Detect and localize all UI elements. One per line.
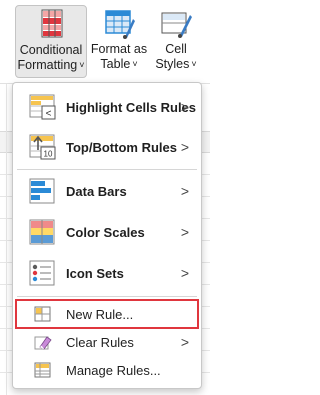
- chevron-right-icon: >: [180, 265, 189, 281]
- menu-item-data-bars[interactable]: Data Bars >: [17, 171, 197, 211]
- chevron-right-icon: >: [180, 224, 189, 240]
- format-as-table-label: Format as: [90, 42, 148, 56]
- cell-styles-button[interactable]: Cell Styles ˅: [150, 5, 202, 78]
- menu-item-label: New Rule...: [66, 306, 134, 322]
- chevron-right-icon: >: [180, 139, 189, 155]
- menu-item-icon-sets[interactable]: Icon Sets >: [17, 253, 197, 293]
- data-bars-icon: [29, 178, 55, 204]
- conditional-formatting-icon: [41, 9, 63, 38]
- highlight-symbol: <: [46, 109, 52, 120]
- menu-item-clear-rules[interactable]: Clear Rules >: [17, 329, 197, 355]
- highlight-cells-icon: <: [29, 94, 56, 120]
- conditional-formatting-button[interactable]: Conditional Formatting ˅: [15, 5, 87, 78]
- manage-rules-icon: [34, 362, 51, 378]
- menu-item-label: Clear Rules: [66, 334, 134, 350]
- chevron-right-icon: >: [180, 334, 189, 350]
- menu-item-manage-rules[interactable]: Manage Rules...: [17, 357, 197, 383]
- format-as-table-button[interactable]: Format as Table ˅: [90, 5, 148, 78]
- menu-item-color-scales[interactable]: Color Scales >: [17, 212, 197, 252]
- menu-item-label: Top/Bottom Rules: [66, 139, 177, 155]
- top-bottom-icon: 10: [29, 134, 56, 160]
- clear-rules-icon: [34, 336, 52, 350]
- conditional-formatting-label2: Formatting ˅: [17, 58, 85, 72]
- cell-styles-label: Cell: [165, 42, 187, 56]
- menu-item-label: Color Scales: [66, 224, 145, 240]
- ribbon-styles-group: Conditional Formatting ˅ Format as Table ˅…: [0, 0, 210, 84]
- chevron-down-icon: ˅: [132, 59, 138, 69]
- cell-styles-icon: [161, 12, 192, 38]
- conditional-formatting-label: Conditional: [19, 43, 83, 57]
- menu-item-new-rule[interactable]: New Rule...: [15, 299, 199, 329]
- menu-item-top-bottom-rules[interactable]: 10 Top/Bottom Rules >: [17, 127, 197, 167]
- new-rule-icon: [34, 306, 51, 322]
- top-bottom-number: 10: [44, 150, 53, 159]
- icon-sets-icon: [29, 260, 55, 286]
- chevron-down-icon: ˅: [191, 59, 197, 69]
- menu-separator: [17, 296, 197, 297]
- chevron-down-icon: ˅: [79, 60, 85, 70]
- format-as-table-label2: Table ˅: [100, 57, 138, 71]
- menu-item-label: Highlight Cells Rules: [66, 99, 197, 115]
- menu-item-highlight-cells-rules[interactable]: < Highlight Cells Rules >: [17, 87, 197, 127]
- chevron-right-icon: >: [180, 99, 189, 115]
- menu-item-label: Manage Rules...: [66, 362, 161, 378]
- format-as-table-icon: [105, 10, 135, 39]
- conditional-formatting-menu: < Highlight Cells Rules > 10 Top/Bottom …: [12, 82, 202, 389]
- menu-separator: [17, 169, 197, 170]
- menu-item-label: Data Bars: [66, 183, 127, 199]
- color-scales-icon: [29, 219, 55, 245]
- chevron-right-icon: >: [180, 183, 189, 199]
- cell-styles-label2: Styles ˅: [155, 57, 197, 71]
- gridcol: [6, 83, 7, 395]
- menu-item-label: Icon Sets: [66, 265, 124, 281]
